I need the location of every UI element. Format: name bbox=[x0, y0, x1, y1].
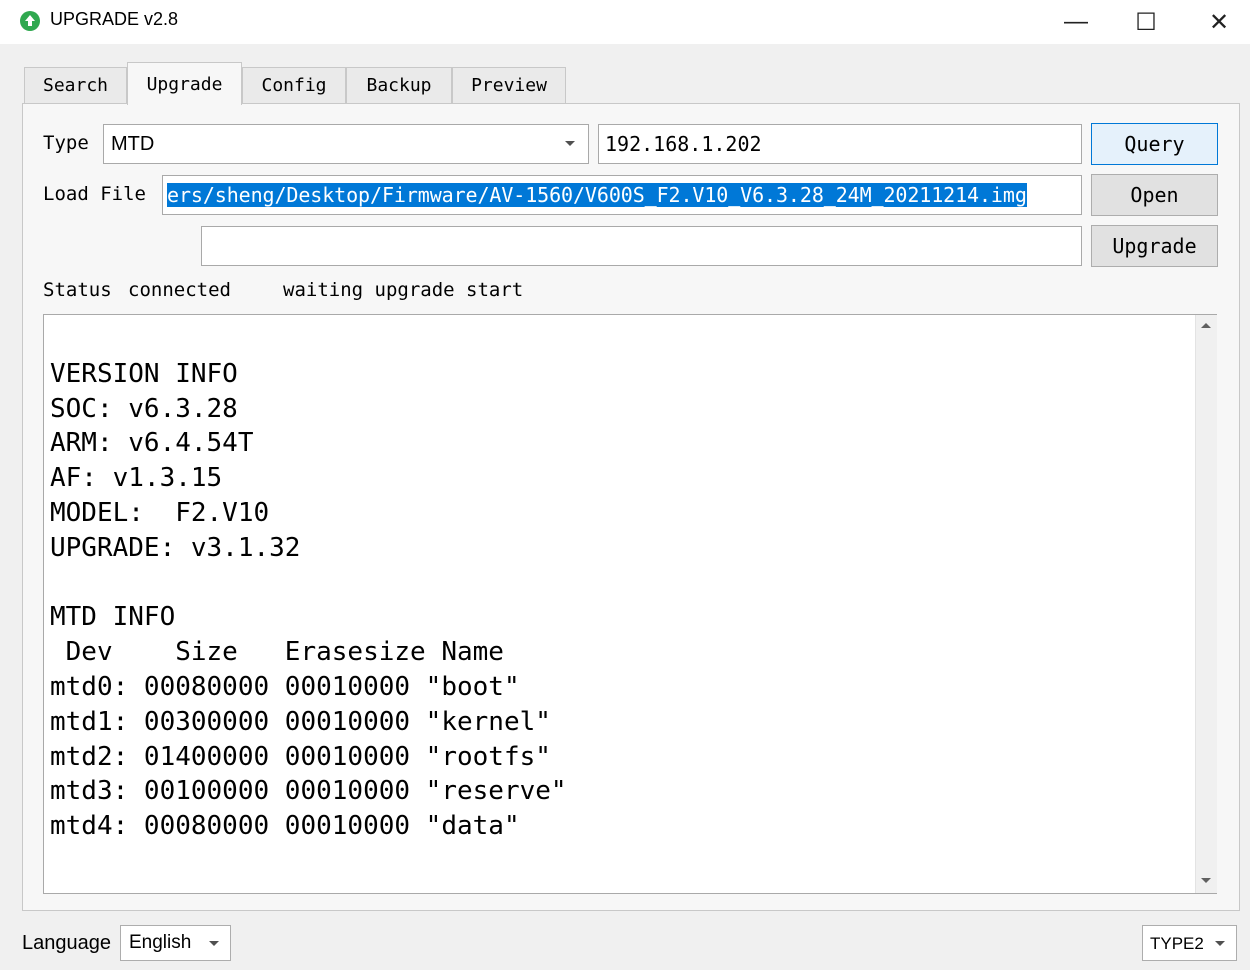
window-title: UPGRADE v2.8 bbox=[50, 9, 179, 29]
output-line: mtd0: 00080000 00010000 "boot" bbox=[50, 671, 520, 702]
maximize-button[interactable]: ☐ bbox=[1115, 0, 1177, 44]
scroll-down-icon[interactable] bbox=[1200, 877, 1212, 885]
open-button[interactable]: Open bbox=[1091, 174, 1218, 216]
output-line: mtd3: 00100000 00010000 "reserve" bbox=[50, 776, 567, 807]
output-line: mtd1: 00300000 00010000 "kernel" bbox=[50, 706, 551, 737]
output-line: VERSION INFO bbox=[50, 358, 238, 389]
tab-label: Config bbox=[261, 75, 327, 96]
tab-search[interactable]: Search bbox=[24, 67, 127, 103]
type-mode-value: TYPE2 bbox=[1150, 934, 1204, 953]
type-mode-select[interactable]: TYPE2 bbox=[1142, 925, 1237, 961]
tab-config[interactable]: Config bbox=[242, 67, 346, 103]
status-message: waiting upgrade start bbox=[283, 279, 524, 301]
chevron-down-icon bbox=[209, 941, 219, 946]
output-scrollbar[interactable] bbox=[1195, 315, 1217, 893]
tab-backup[interactable]: Backup bbox=[346, 67, 452, 103]
output-line: AF: v1.3.15 bbox=[50, 463, 223, 494]
scroll-up-icon[interactable] bbox=[1200, 321, 1212, 329]
output-line: Dev Size Erasesize Name bbox=[50, 637, 504, 668]
tab-preview[interactable]: Preview bbox=[452, 67, 566, 103]
type-select[interactable]: MTD bbox=[103, 124, 589, 164]
upgrade-progress-field[interactable] bbox=[201, 226, 1082, 266]
status-label: Status bbox=[43, 279, 112, 301]
app-icon bbox=[20, 11, 40, 31]
load-file-label: Load File bbox=[43, 183, 146, 205]
upload-arrow-icon bbox=[25, 15, 35, 26]
language-value: English bbox=[129, 932, 192, 953]
tab-label: Preview bbox=[471, 75, 547, 96]
output-line: UPGRADE: v3.1.32 bbox=[50, 532, 301, 563]
load-file-path: ers/sheng/Desktop/Firmware/AV-1560/V600S… bbox=[167, 183, 1027, 207]
minimize-icon: — bbox=[1064, 8, 1088, 35]
output-line: SOC: v6.3.28 bbox=[50, 393, 238, 424]
type-select-value: MTD bbox=[111, 133, 155, 155]
type-label: Type bbox=[43, 132, 89, 154]
output-line: mtd2: 01400000 00010000 "rootfs" bbox=[50, 741, 551, 772]
upgrade-button-label: Upgrade bbox=[1112, 234, 1197, 258]
tab-label: Backup bbox=[366, 75, 432, 96]
output-line: MTD INFO bbox=[50, 602, 176, 633]
chevron-down-icon bbox=[565, 141, 575, 146]
chevron-down-icon bbox=[1215, 941, 1225, 946]
status-value: connected bbox=[128, 279, 231, 301]
language-select[interactable]: English bbox=[120, 925, 231, 961]
open-button-label: Open bbox=[1130, 183, 1179, 207]
tab-upgrade[interactable]: Upgrade bbox=[127, 62, 242, 105]
ip-address-field[interactable]: 192.168.1.202 bbox=[598, 124, 1082, 164]
output-line: ARM: v6.4.54T bbox=[50, 428, 254, 459]
output-line: mtd4: 00080000 00010000 "data" bbox=[50, 811, 520, 842]
query-button[interactable]: Query bbox=[1091, 123, 1218, 165]
load-file-field[interactable]: ers/sheng/Desktop/Firmware/AV-1560/V600S… bbox=[162, 175, 1082, 215]
close-button[interactable]: ✕ bbox=[1188, 0, 1250, 44]
tab-label: Search bbox=[42, 75, 109, 96]
ip-address-value: 192.168.1.202 bbox=[605, 132, 762, 156]
upgrade-button[interactable]: Upgrade bbox=[1091, 225, 1218, 267]
query-button-label: Query bbox=[1124, 132, 1185, 156]
output-log: VERSION INFO SOC: v6.3.28 ARM: v6.4.54T AF:… bbox=[50, 322, 567, 879]
minimize-button[interactable]: — bbox=[1045, 0, 1107, 44]
close-icon: ✕ bbox=[1208, 8, 1230, 36]
language-label: Language bbox=[22, 932, 111, 954]
output-line: MODEL: F2.V10 bbox=[50, 497, 270, 528]
tab-label: Upgrade bbox=[146, 73, 223, 95]
maximize-icon: ☐ bbox=[1135, 8, 1157, 36]
